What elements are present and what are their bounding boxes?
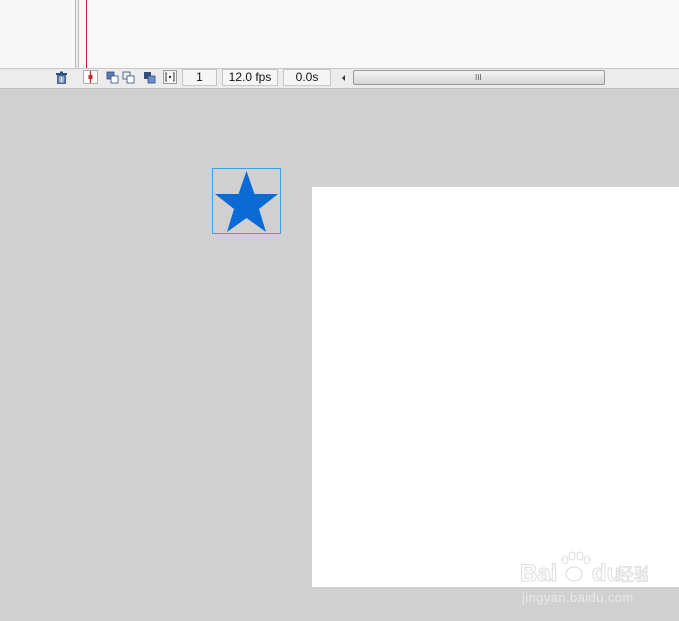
svg-text:经验: 经验 [616, 565, 648, 586]
stage-canvas[interactable] [312, 187, 679, 587]
selected-star-symbol[interactable] [212, 168, 281, 234]
timeline-panel: 1 12.0 fps 0.0s III [0, 0, 679, 89]
timeline-horizontal-scrollbar[interactable]: III [353, 70, 605, 85]
baidu-jingyan-watermark: Bai du 经验 jingyan.baidu.com [518, 548, 652, 608]
trash-icon[interactable] [54, 70, 68, 84]
scroll-left-arrow-icon[interactable] [339, 71, 349, 83]
baidu-logo-icon: Bai du 经验 [520, 551, 652, 588]
svg-text:Bai: Bai [520, 560, 557, 587]
frames-area[interactable] [79, 0, 679, 68]
star-icon [215, 171, 278, 232]
watermark-url: jingyan.baidu.com [522, 590, 634, 605]
current-frame-field[interactable]: 1 [182, 69, 217, 86]
center-frame-icon[interactable] [105, 70, 119, 84]
scroll-grip[interactable]: III [475, 73, 482, 82]
edit-multiple-frames-icon[interactable] [142, 70, 156, 84]
frame-rate-field[interactable]: 12.0 fps [222, 69, 278, 86]
modify-onion-markers-icon[interactable] [163, 70, 177, 84]
timeline-status-bar: 1 12.0 fps 0.0s III [0, 68, 679, 88]
onion-skin-outlines-icon[interactable] [121, 70, 135, 84]
elapsed-time-field: 0.0s [283, 69, 331, 86]
playhead-line[interactable] [86, 0, 87, 70]
playhead-icon[interactable] [83, 70, 98, 84]
